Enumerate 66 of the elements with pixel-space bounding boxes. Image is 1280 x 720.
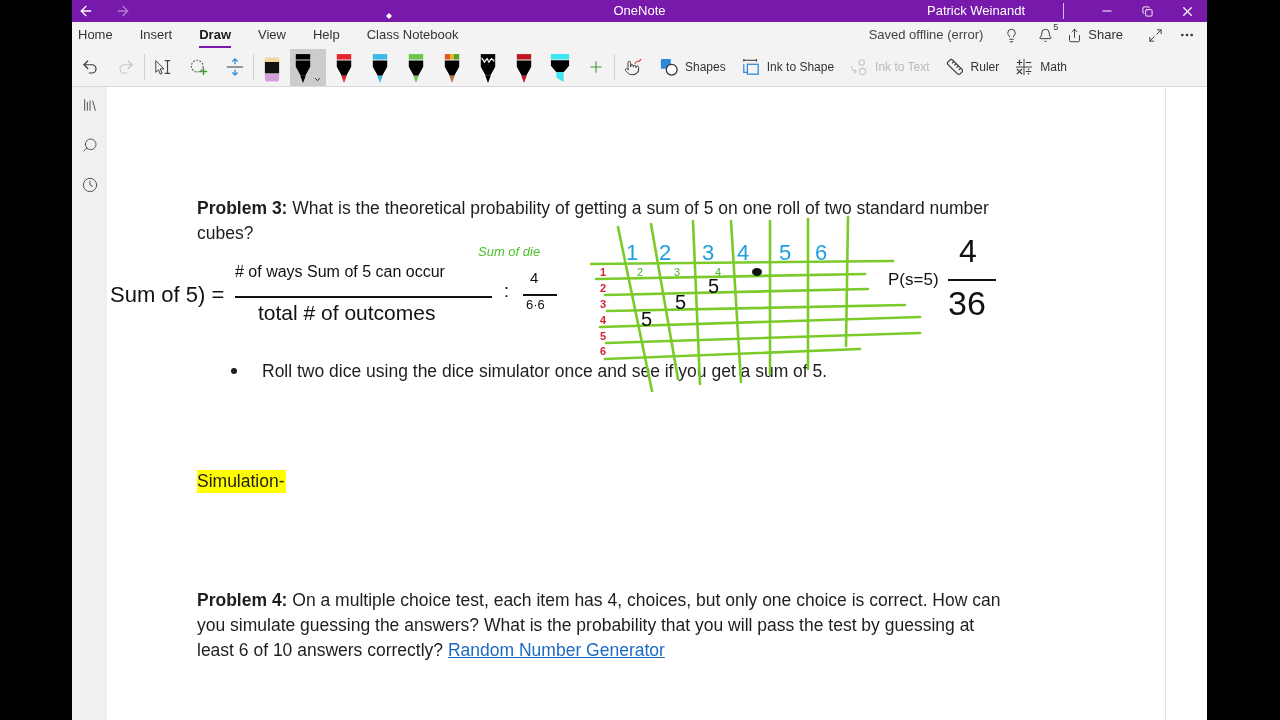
search-icon: [81, 137, 98, 153]
table-value: 5: [675, 291, 687, 313]
handwritten-symbol: :: [504, 281, 509, 301]
ruler-icon: [945, 58, 964, 76]
library-icon: [81, 97, 98, 113]
pen-icon: [443, 53, 461, 83]
eraser-icon: [264, 56, 280, 83]
table-value: 4: [715, 266, 722, 278]
row-header: 3: [600, 298, 607, 310]
hyperlink[interactable]: Random Number Generator: [447, 640, 665, 660]
ribbon-tab[interactable]: Help: [312, 22, 340, 48]
share-icon: [1067, 27, 1083, 43]
notifications-button[interactable]: 5: [1031, 23, 1060, 47]
column-header: 6: [815, 241, 828, 265]
table-value: 2: [637, 266, 644, 278]
ribbon-tab[interactable]: Insert: [139, 22, 173, 48]
pen-button[interactable]: [290, 48, 326, 86]
handwritten-formula-label: Sum of 5) =: [110, 282, 225, 308]
column-header: 2: [659, 241, 672, 265]
ink-convert-icon: [850, 58, 869, 76]
share-button[interactable]: Share: [1063, 23, 1127, 47]
square-circle-icon: [660, 58, 678, 76]
shape-convert-icon: [741, 58, 760, 76]
save-status: Saved offline (error): [868, 26, 984, 45]
toolbar-command[interactable]: Ink to Shape: [737, 52, 839, 82]
handwritten-numerator: # of ways Sum of 5 can occur: [235, 263, 445, 281]
restore-icon: [1141, 5, 1153, 17]
lasso-plus-icon: [190, 58, 208, 76]
ink-dot-icon: [752, 268, 762, 276]
hand-pointer-icon: [624, 58, 642, 76]
toolbar-command[interactable]: Shapes: [656, 52, 730, 82]
row-header: 4: [600, 314, 607, 326]
clock-icon: [81, 177, 98, 193]
text-select-cursor-icon: [154, 58, 172, 76]
bell-icon: [1037, 27, 1053, 43]
row-header: 2: [600, 282, 607, 294]
ribbon-tab[interactable]: Class Notebook: [366, 22, 459, 48]
handwritten-number: 6·6: [526, 298, 545, 312]
handwritten-number: 4: [530, 270, 539, 286]
handwritten-note: Sum of die: [478, 245, 541, 259]
user-name: Patrick Weinandt: [927, 2, 1025, 21]
ribbon-tab[interactable]: Home: [78, 22, 113, 48]
row-header: 6: [600, 345, 607, 357]
column-header: 4: [737, 241, 750, 265]
handwritten-denominator: total # of outcomes: [258, 301, 436, 325]
handwritten-probability-label: P(s=5): [888, 270, 939, 290]
row-header: 5: [600, 330, 607, 342]
expand-icon: [1147, 27, 1163, 43]
plus-icon: [587, 58, 605, 76]
column-header: 5: [779, 241, 792, 265]
highlighted-text: Simulation-: [197, 470, 286, 493]
vertical-arrows-icon: [226, 58, 244, 76]
toolbar-command[interactable]: Ruler: [941, 52, 1004, 82]
handwritten-number: 36: [948, 285, 986, 321]
toolbar-command[interactable]: Math: [1011, 52, 1071, 82]
column-header: 3: [702, 241, 715, 265]
math-symbols-icon: [1015, 58, 1034, 76]
problem-text: Problem 4: On a multiple choice test, each item has 4, choices, but only one choice is correct. How can you simulate guessing the answers? What is the probability that you will pass the test by guessing at least 6 of 10 answers correctly? Random Number Generator: [197, 589, 1002, 662]
notification-count: 5: [1053, 22, 1059, 32]
bullet-icon: [231, 368, 237, 374]
column-header: 1: [626, 241, 639, 265]
diamond-icon: [386, 13, 392, 19]
ribbon-tab[interactable]: View: [258, 22, 286, 48]
row-header: 1: [600, 266, 607, 278]
table-value: 3: [674, 266, 681, 278]
window-title: OneNote: [613, 2, 666, 21]
